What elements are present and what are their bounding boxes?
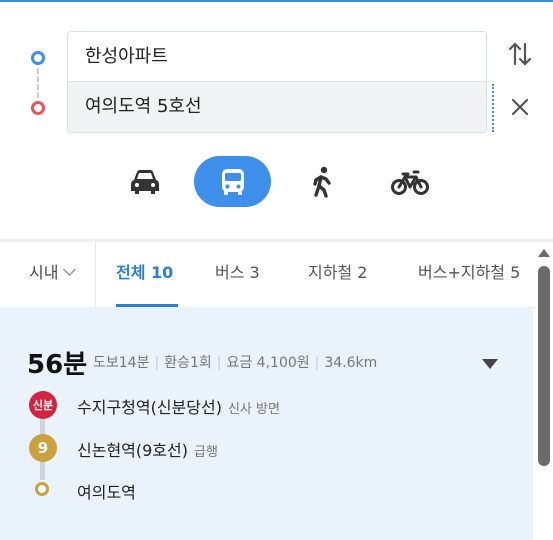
region-dropdown[interactable]: 시내 (29, 242, 77, 307)
line-badge-sinbundang: 신분 (29, 391, 57, 419)
chevron-down-icon (63, 263, 77, 276)
bus-icon (221, 168, 244, 195)
distance: 34.6km (324, 355, 378, 371)
input-separator (492, 84, 494, 132)
step-express: 급행 (193, 445, 218, 460)
top-accent-line (0, 0, 553, 2)
mode-walk-button[interactable] (302, 161, 344, 203)
route-summary: 도보14분 | 환승1회 | 요금 4,100원 | 34.6km (93, 355, 378, 371)
walk-time: 도보14분 (93, 355, 150, 371)
route-result-card[interactable] (0, 307, 533, 540)
mode-transit-button[interactable] (194, 156, 271, 207)
step-station: 신논현역(9호선) (77, 441, 188, 460)
route-connector (37, 68, 39, 98)
tab-subway[interactable]: 지하철 2 (308, 242, 367, 307)
mode-car-button[interactable] (124, 161, 166, 203)
step-direction: 신사 방면 (227, 402, 280, 417)
transfer-count: 환승1회 (164, 355, 212, 371)
step-station: 여의도역 (77, 483, 136, 502)
tab-all[interactable]: 전체 10 (116, 242, 173, 307)
expand-arrow-icon[interactable] (482, 359, 498, 369)
origin-input[interactable]: 한성아파트 (68, 32, 486, 82)
tab-bus[interactable]: 버스 3 (215, 242, 260, 307)
route-input-box: 한성아파트 여의도역 5호선 (67, 31, 487, 133)
route-step: 신논현역(9호선) 급행 (77, 437, 218, 461)
tab-separator (95, 242, 96, 307)
bicycle-icon (391, 170, 429, 195)
fare: 요금 4,100원 (226, 355, 310, 371)
close-icon[interactable] (509, 96, 531, 118)
origin-marker-icon (31, 51, 45, 65)
scroll-up-arrow-icon[interactable] (538, 249, 550, 257)
destination-marker-icon (31, 101, 45, 115)
destination-dot-icon (35, 482, 49, 496)
tab-bus-subway[interactable]: 버스+지하철 5 (418, 242, 520, 307)
line-badge-9: 9 (29, 434, 57, 462)
route-duration: 56분 (27, 350, 88, 380)
swap-direction-icon[interactable] (508, 40, 532, 68)
step-station: 수지구청역(신분당선) (77, 398, 222, 417)
region-dropdown-label: 시내 (29, 263, 59, 282)
scrollbar-thumb[interactable] (538, 266, 550, 466)
mode-bike-button[interactable] (388, 161, 432, 203)
destination-input[interactable]: 여의도역 5호선 (68, 82, 486, 132)
route-step: 수지구청역(신분당선) 신사 방면 (77, 394, 280, 418)
car-icon (131, 170, 159, 194)
walk-icon (313, 166, 331, 198)
route-step: 여의도역 (77, 479, 136, 503)
route-type-tabs: 시내 전체 10 버스 3 지하철 2 버스+지하철 5 (0, 242, 536, 308)
